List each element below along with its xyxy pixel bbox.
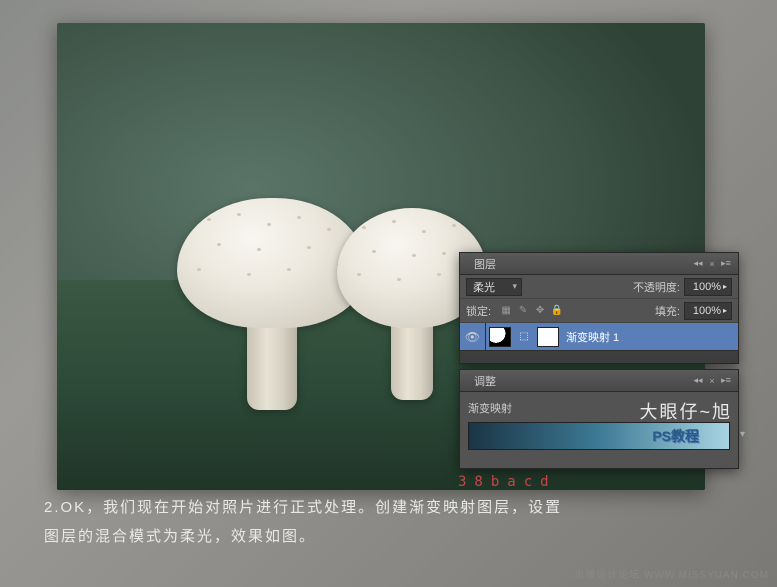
mask-thumb[interactable] bbox=[537, 327, 559, 347]
close-icon[interactable]: × bbox=[706, 258, 718, 270]
color-code: 38bacd bbox=[458, 474, 557, 490]
visibility-toggle[interactable]: 👁 bbox=[460, 323, 486, 350]
adjustments-panel-header[interactable]: 调整 ◂◂ × ▸≡ bbox=[460, 370, 738, 392]
gradient-map-title: 渐变映射 bbox=[468, 400, 512, 416]
page-watermark: 思缘设计论坛 WWW.MISSYUAN.COM bbox=[574, 566, 769, 581]
adjust-body: 渐变映射 大眼仔~旭 PS教程 38bacd bbox=[460, 392, 738, 468]
fill-input[interactable]: 100%▸ bbox=[684, 302, 732, 320]
ps-tutorial-text: PS教程 bbox=[652, 426, 699, 446]
tutorial-caption: 2.OK，我们现在开始对照片进行正式处理。创建渐变映射图层，设置 图层的混合模式… bbox=[44, 494, 747, 551]
adjustments-tab[interactable]: 调整 bbox=[466, 371, 504, 391]
layers-panel: 图层 ◂◂ × ▸≡ 柔光 不透明度: 100%▸ 锁定: ▦ ✎ ✥ 🔒 填充… bbox=[459, 252, 739, 364]
layers-panel-header[interactable]: 图层 ◂◂ × ▸≡ bbox=[460, 253, 738, 275]
lock-row: 锁定: ▦ ✎ ✥ 🔒 填充: 100%▸ bbox=[460, 299, 738, 323]
adjustments-panel: 调整 ◂◂ × ▸≡ 渐变映射 大眼仔~旭 PS教程 38bacd bbox=[459, 369, 739, 469]
lock-pixels-icon[interactable]: ✎ bbox=[516, 304, 530, 318]
fill-label: 填充: bbox=[655, 303, 680, 319]
link-icon[interactable]: ⬚ bbox=[517, 327, 531, 347]
layer-item-empty bbox=[460, 351, 738, 363]
menu-icon[interactable]: ▸≡ bbox=[720, 258, 732, 270]
lock-transparency-icon[interactable]: ▦ bbox=[499, 304, 513, 318]
close-icon[interactable]: × bbox=[706, 375, 718, 387]
layer-list: 👁 ⬚ 渐变映射 1 bbox=[460, 323, 738, 363]
lock-all-icon[interactable]: 🔒 bbox=[550, 304, 564, 318]
opacity-label: 不透明度: bbox=[633, 279, 680, 295]
collapse-icon[interactable]: ◂◂ bbox=[692, 258, 704, 270]
opacity-input[interactable]: 100%▸ bbox=[684, 278, 732, 296]
layer-item-gradient-map[interactable]: 👁 ⬚ 渐变映射 1 bbox=[460, 323, 738, 351]
layers-tab[interactable]: 图层 bbox=[466, 254, 504, 274]
watermark-overlay: 大眼仔~旭 bbox=[639, 398, 732, 424]
gradient-preview[interactable]: PS教程 bbox=[468, 422, 730, 450]
menu-icon[interactable]: ▸≡ bbox=[720, 375, 732, 387]
collapse-icon[interactable]: ◂◂ bbox=[692, 375, 704, 387]
blend-mode-select[interactable]: 柔光 bbox=[466, 278, 522, 296]
blend-mode-row: 柔光 不透明度: 100%▸ bbox=[460, 275, 738, 299]
layer-name: 渐变映射 1 bbox=[566, 329, 619, 345]
adjustment-thumb[interactable] bbox=[489, 327, 511, 347]
lock-position-icon[interactable]: ✥ bbox=[533, 304, 547, 318]
lock-label: 锁定: bbox=[466, 303, 491, 319]
